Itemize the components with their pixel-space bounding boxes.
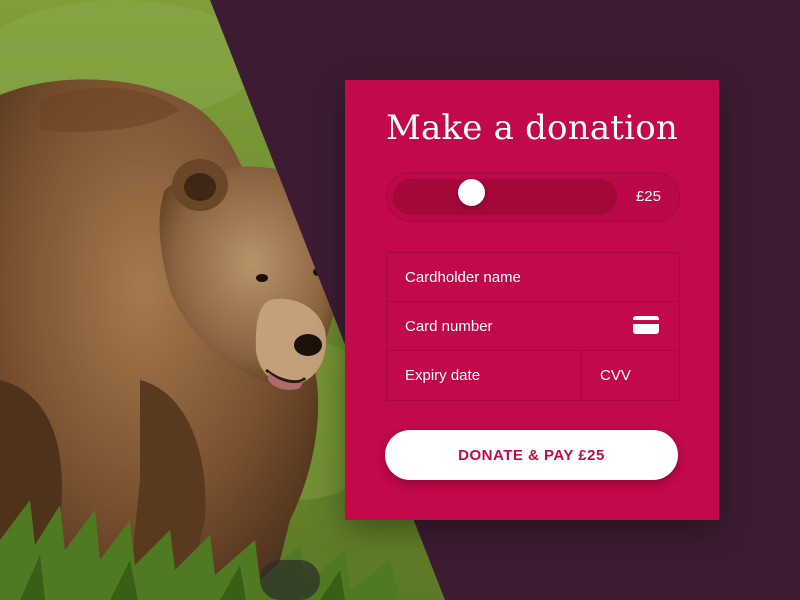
slider-track[interactable] bbox=[393, 179, 617, 215]
expiry-date-field[interactable]: Expiry date bbox=[387, 351, 581, 400]
donation-card: Make a donation £25 Cardholder name Card… bbox=[345, 80, 719, 520]
cardholder-name-field[interactable]: Cardholder name bbox=[387, 253, 679, 302]
slider-thumb[interactable] bbox=[458, 179, 485, 206]
cardholder-name-placeholder: Cardholder name bbox=[405, 269, 521, 286]
credit-card-icon bbox=[633, 316, 659, 334]
expiry-cvv-row: Expiry date CVV bbox=[387, 351, 679, 400]
expiry-date-placeholder: Expiry date bbox=[405, 367, 481, 384]
slider-amount-label: £25 bbox=[635, 188, 661, 205]
card-number-placeholder: Card number bbox=[405, 318, 493, 335]
cvv-field[interactable]: CVV bbox=[582, 351, 679, 400]
cvv-placeholder: CVV bbox=[600, 367, 631, 384]
card-number-field[interactable]: Card number bbox=[387, 302, 679, 351]
page-title: Make a donation bbox=[386, 108, 678, 148]
payment-form: Cardholder name Card number Expiry date … bbox=[386, 252, 680, 401]
donate-pay-button[interactable]: DONATE & PAY £25 bbox=[385, 430, 678, 480]
donation-amount-slider[interactable]: £25 bbox=[386, 172, 680, 222]
